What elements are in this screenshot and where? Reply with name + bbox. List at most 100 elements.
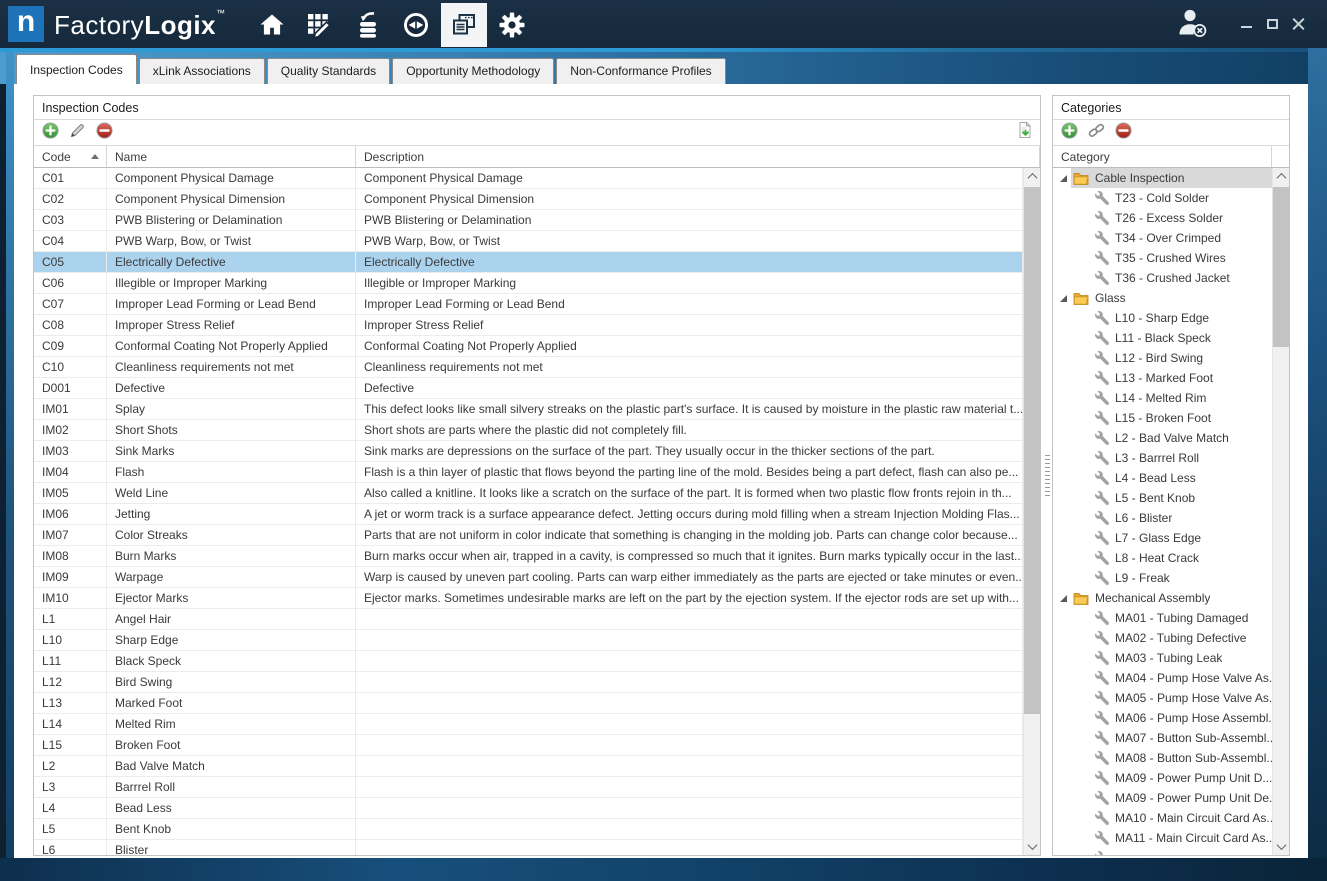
- tree-item-l6-blister[interactable]: L6 - Blister: [1053, 508, 1272, 528]
- tree-item-l11-black-speck[interactable]: L11 - Black Speck: [1053, 328, 1272, 348]
- tree-item-l4-bead-less[interactable]: L4 - Bead Less: [1053, 468, 1272, 488]
- tree-item-l5-bent-knob[interactable]: L5 - Bent Knob: [1053, 488, 1272, 508]
- tree-item-t26-excess-solder[interactable]: T26 - Excess Solder: [1053, 208, 1272, 228]
- tree-item-ma09-power-pump-unit-de[interactable]: MA09 - Power Pump Unit De...: [1053, 788, 1272, 808]
- tree-item-t23-cold-solder[interactable]: T23 - Cold Solder: [1053, 188, 1272, 208]
- table-row[interactable]: IM08Burn MarksBurn marks occur when air,…: [34, 546, 1023, 567]
- tree-item-l12-bird-swing[interactable]: L12 - Bird Swing: [1053, 348, 1272, 368]
- table-row[interactable]: L5Bent Knob: [34, 819, 1023, 840]
- tree-item-ma02-tubing-defective[interactable]: MA02 - Tubing Defective: [1053, 628, 1272, 648]
- tab-opportunity-methodology[interactable]: Opportunity Methodology: [392, 58, 554, 84]
- table-row[interactable]: IM02Short ShotsShort shots are parts whe…: [34, 420, 1023, 441]
- expander-icon[interactable]: [1060, 175, 1067, 182]
- maximize-button[interactable]: [1259, 11, 1285, 37]
- panel-splitter[interactable]: [1043, 95, 1051, 856]
- scroll-up-button[interactable]: [1273, 168, 1289, 185]
- tree-item-l3-barrrel-roll[interactable]: L3 - Barrrel Roll: [1053, 448, 1272, 468]
- table-row[interactable]: L13Marked Foot: [34, 693, 1023, 714]
- tree-item-ma08-button-sub-assembl[interactable]: MA08 - Button Sub-Assembl...: [1053, 748, 1272, 768]
- tree-item-ma10-main-circuit-card-as[interactable]: MA10 - Main Circuit Card As...: [1053, 808, 1272, 828]
- remove-code-button[interactable]: [95, 124, 113, 142]
- table-row[interactable]: C02Component Physical DimensionComponent…: [34, 189, 1023, 210]
- tree-item-l10-sharp-edge[interactable]: L10 - Sharp Edge: [1053, 308, 1272, 328]
- tab-non-conformance-profiles[interactable]: Non-Conformance Profiles: [556, 58, 725, 84]
- nav-home[interactable]: [249, 3, 295, 47]
- tree-item-ma09-power-pump-unit-d[interactable]: MA09 - Power Pump Unit D...: [1053, 768, 1272, 788]
- tab-inspection-codes[interactable]: Inspection Codes: [16, 54, 137, 84]
- tree-item-l9-freak[interactable]: L9 - Freak: [1053, 568, 1272, 588]
- tree-item-l14-melted-rim[interactable]: L14 - Melted Rim: [1053, 388, 1272, 408]
- scroll-down-button[interactable]: [1273, 838, 1289, 855]
- table-row[interactable]: L6Blister: [34, 840, 1023, 855]
- tree-scrollbar[interactable]: [1272, 168, 1289, 855]
- minimize-button[interactable]: [1233, 11, 1259, 37]
- tree-item-t36-crushed-jacket[interactable]: T36 - Crushed Jacket: [1053, 268, 1272, 288]
- add-code-button[interactable]: [41, 124, 59, 142]
- table-row[interactable]: IM10Ejector MarksEjector marks. Sometime…: [34, 588, 1023, 609]
- close-button[interactable]: [1285, 11, 1311, 37]
- expander-icon[interactable]: [1060, 295, 1067, 302]
- column-header-name[interactable]: Name: [107, 146, 356, 167]
- table-row[interactable]: IM03Sink MarksSink marks are depressions…: [34, 441, 1023, 462]
- tree-item-ma11-main-circuit-card-as[interactable]: MA11 - Main Circuit Card As...: [1053, 828, 1272, 848]
- table-row[interactable]: L12Bird Swing: [34, 672, 1023, 693]
- table-row[interactable]: C10Cleanliness requirements not metClean…: [34, 357, 1023, 378]
- table-row[interactable]: C07Improper Lead Forming or Lead BendImp…: [34, 294, 1023, 315]
- column-header-code[interactable]: Code: [34, 146, 107, 167]
- tree-item-ma06-pump-hose-assembl[interactable]: MA06 - Pump Hose Assembl...: [1053, 708, 1272, 728]
- tab-xlink-associations[interactable]: xLink Associations: [139, 58, 265, 84]
- tree-item-ma03-tubing-leak[interactable]: MA03 - Tubing Leak: [1053, 648, 1272, 668]
- tree-item-ma07-button-sub-assembl[interactable]: MA07 - Button Sub-Assembl...: [1053, 728, 1272, 748]
- remove-category-button[interactable]: [1114, 124, 1132, 142]
- link-category-button[interactable]: [1087, 124, 1105, 142]
- table-row[interactable]: IM04FlashFlash is a thin layer of plasti…: [34, 462, 1023, 483]
- tree-item-l15-broken-foot[interactable]: L15 - Broken Foot: [1053, 408, 1272, 428]
- table-row[interactable]: C03PWB Blistering or DelaminationPWB Bli…: [34, 210, 1023, 231]
- table-row[interactable]: L3Barrrel Roll: [34, 777, 1023, 798]
- tab-quality-standards[interactable]: Quality Standards: [267, 58, 390, 84]
- tree-group-glass[interactable]: Glass: [1053, 288, 1272, 308]
- table-scrollbar[interactable]: [1023, 168, 1040, 855]
- scrollbar-thumb[interactable]: [1273, 187, 1290, 347]
- table-row[interactable]: D001DefectiveDefective: [34, 378, 1023, 399]
- table-row[interactable]: C09Conformal Coating Not Properly Applie…: [34, 336, 1023, 357]
- tree-item-l13-marked-foot[interactable]: L13 - Marked Foot: [1053, 368, 1272, 388]
- add-category-button[interactable]: [1060, 124, 1078, 142]
- table-row[interactable]: C06Illegible or Improper MarkingIllegibl…: [34, 273, 1023, 294]
- nav-materials[interactable]: [345, 3, 391, 47]
- tree-item-t35-crushed-wires[interactable]: T35 - Crushed Wires: [1053, 248, 1272, 268]
- table-row[interactable]: C01Component Physical DamageComponent Ph…: [34, 168, 1023, 189]
- table-row[interactable]: IM05Weld LineAlso called a knitline. It …: [34, 483, 1023, 504]
- tree-item-ma04-pump-hose-valve-as[interactable]: MA04 - Pump Hose Valve As...: [1053, 668, 1272, 688]
- nav-quality-documents[interactable]: [441, 3, 487, 47]
- table-row[interactable]: IM01SplayThis defect looks like small si…: [34, 399, 1023, 420]
- scrollbar-thumb[interactable]: [1024, 187, 1041, 714]
- table-row[interactable]: C08Improper Stress ReliefImproper Stress…: [34, 315, 1023, 336]
- table-row[interactable]: L4Bead Less: [34, 798, 1023, 819]
- table-row[interactable]: L2Bad Valve Match: [34, 756, 1023, 777]
- sign-out-button[interactable]: [1175, 7, 1209, 42]
- table-row[interactable]: L1Angel Hair: [34, 609, 1023, 630]
- tree-item-l7-glass-edge[interactable]: L7 - Glass Edge: [1053, 528, 1272, 548]
- table-row[interactable]: L11Black Speck: [34, 651, 1023, 672]
- table-row[interactable]: IM06JettingA jet or worm track is a surf…: [34, 504, 1023, 525]
- tree-item-ma01-tubing-damaged[interactable]: MA01 - Tubing Damaged: [1053, 608, 1272, 628]
- tree-item-t34-over-crimped[interactable]: T34 - Over Crimped: [1053, 228, 1272, 248]
- tree-group-cable-inspection[interactable]: Cable Inspection: [1053, 168, 1272, 188]
- tree-item-item[interactable]: [1053, 848, 1272, 855]
- nav-transfer[interactable]: [393, 3, 439, 47]
- scroll-down-button[interactable]: [1024, 838, 1040, 855]
- table-row[interactable]: C04PWB Warp, Bow, or TwistPWB Warp, Bow,…: [34, 231, 1023, 252]
- scroll-up-button[interactable]: [1024, 168, 1040, 185]
- tree-item-ma05-pump-hose-valve-as[interactable]: MA05 - Pump Hose Valve As...: [1053, 688, 1272, 708]
- column-header-description[interactable]: Description: [356, 146, 1040, 167]
- category-column-header[interactable]: Category: [1053, 146, 1289, 168]
- tree-item-l2-bad-valve-match[interactable]: L2 - Bad Valve Match: [1053, 428, 1272, 448]
- table-row[interactable]: IM09WarpageWarp is caused by uneven part…: [34, 567, 1023, 588]
- export-button[interactable]: [1015, 124, 1033, 142]
- table-row[interactable]: IM07Color StreaksParts that are not unif…: [34, 525, 1023, 546]
- table-row[interactable]: L14Melted Rim: [34, 714, 1023, 735]
- tree-item-l8-heat-crack[interactable]: L8 - Heat Crack: [1053, 548, 1272, 568]
- tree-group-mechanical-assembly[interactable]: Mechanical Assembly: [1053, 588, 1272, 608]
- table-row[interactable]: L15Broken Foot: [34, 735, 1023, 756]
